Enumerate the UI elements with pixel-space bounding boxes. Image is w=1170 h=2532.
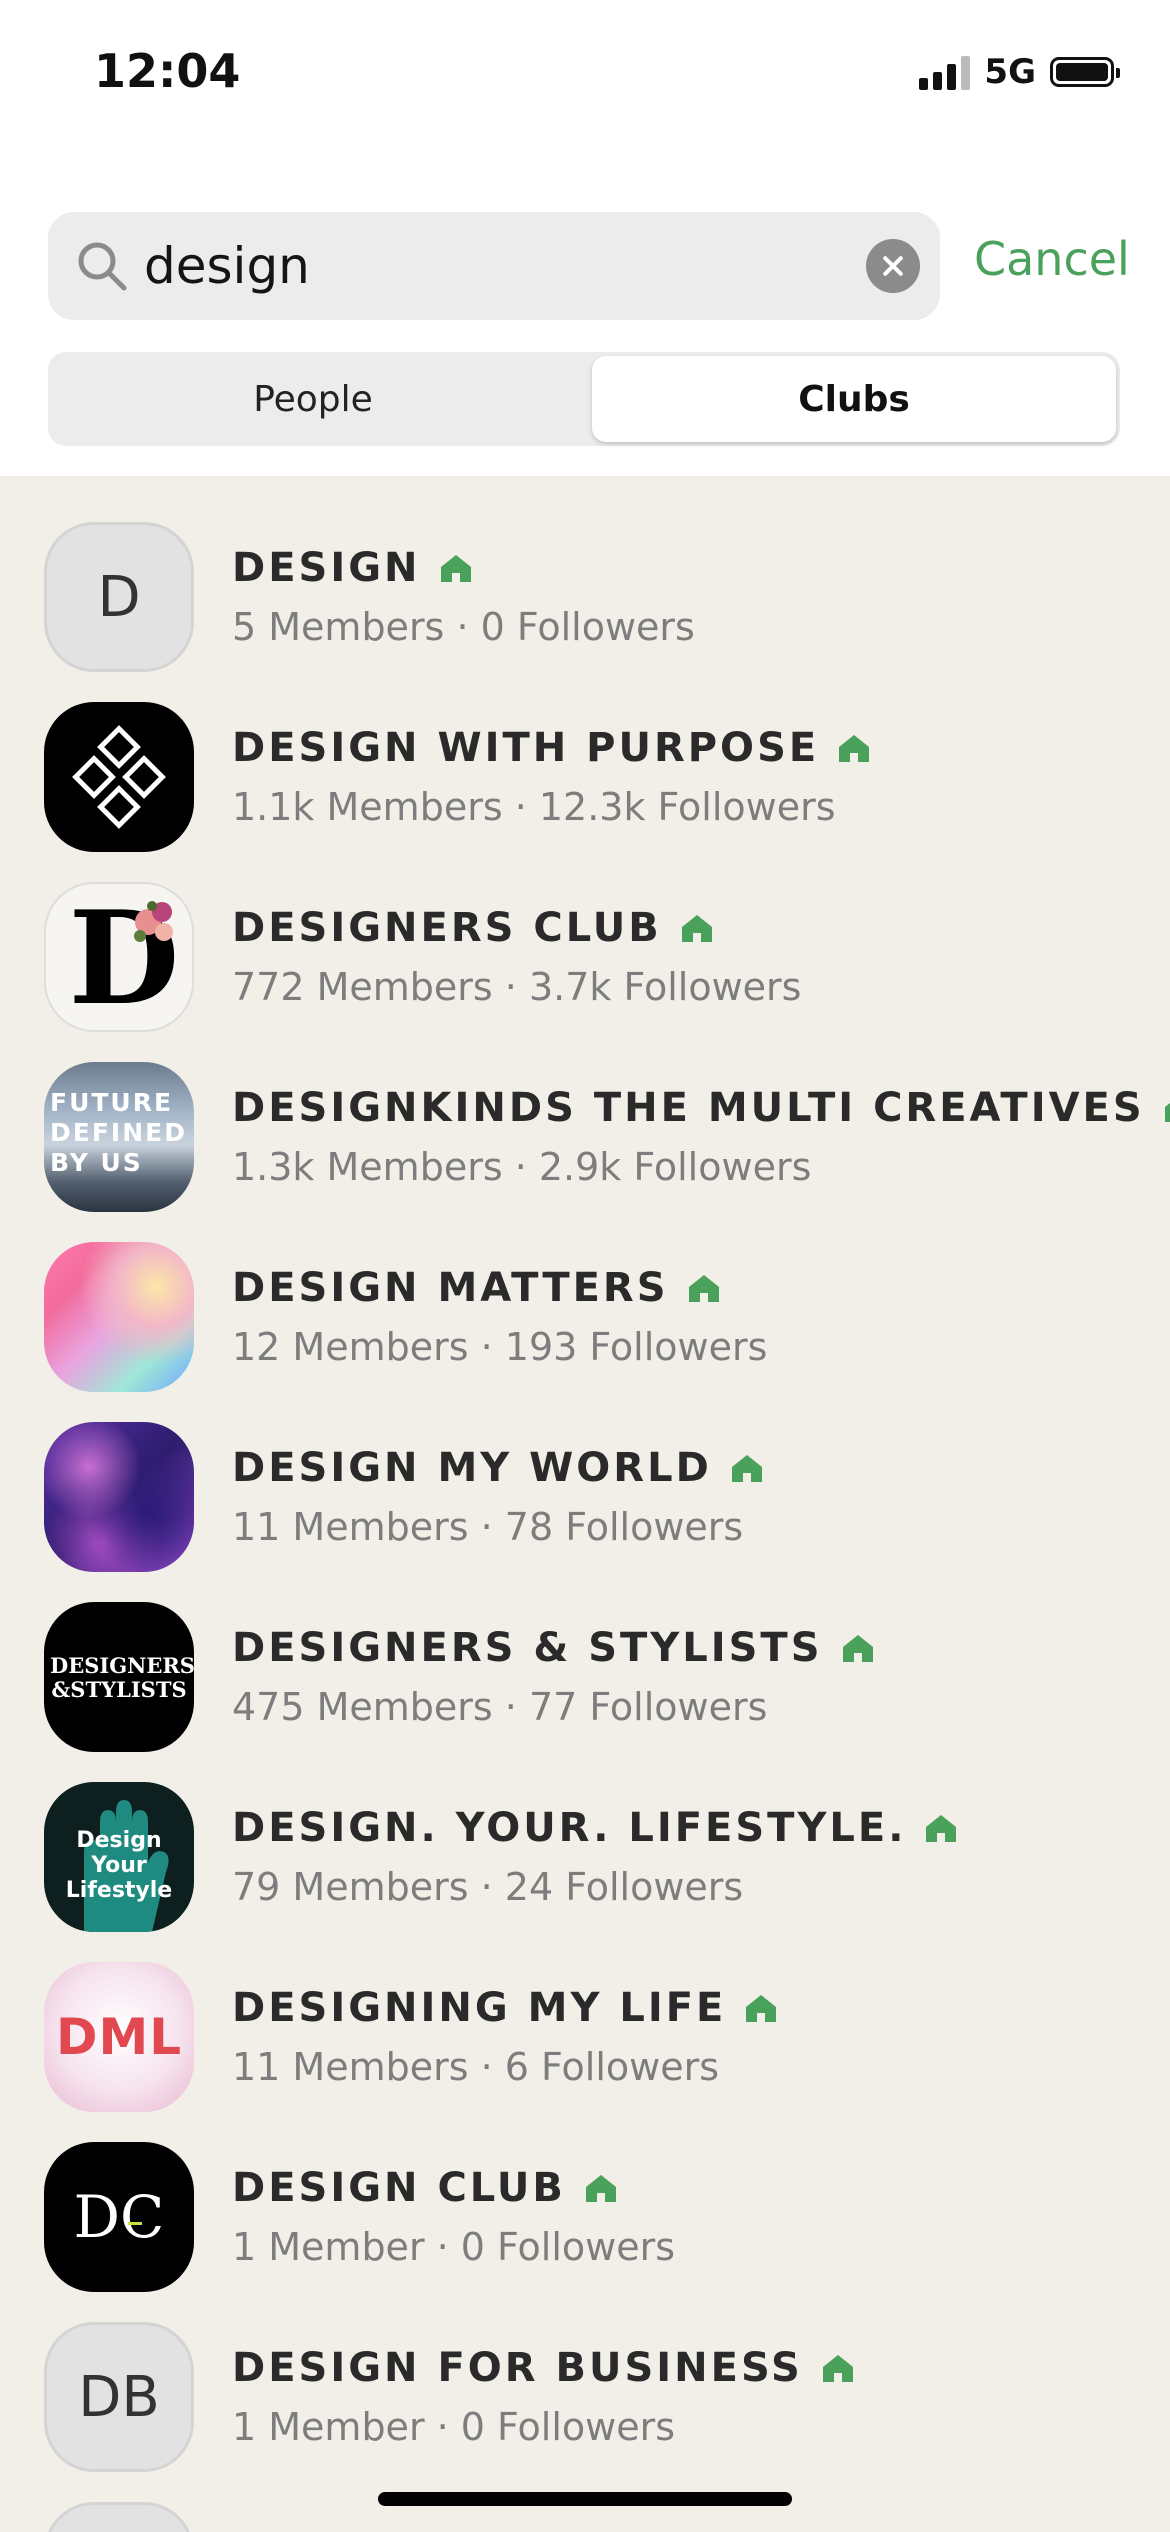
house-icon xyxy=(731,1455,762,1482)
club-meta: 1 Member · 0 Followers xyxy=(232,2225,676,2269)
flowers-icon xyxy=(134,901,173,942)
house-icon xyxy=(585,2175,616,2202)
club-meta: 5 Members · 0 Followers xyxy=(232,605,695,649)
club-row[interactable]: DML DESIGNING MY LIFE 11 Members · 6 Fol… xyxy=(0,1962,1170,2142)
status-indicators: 5G xyxy=(919,52,1120,92)
club-meta: 1.3k Members · 2.9k Followers xyxy=(232,1145,812,1189)
house-icon xyxy=(822,2355,853,2382)
club-name: DESIGN WITH PURPOSE xyxy=(232,724,871,772)
segmented-control: People Clubs xyxy=(48,352,1120,446)
club-avatar xyxy=(44,1422,194,1572)
cancel-button[interactable]: Cancel xyxy=(974,232,1130,286)
diamonds-logo-icon xyxy=(72,725,166,829)
club-avatar: D xyxy=(44,522,194,672)
club-name: DESIGN. YOUR. LIFESTYLE. xyxy=(232,1804,958,1852)
search-bar[interactable] xyxy=(48,212,940,320)
battery-icon xyxy=(1050,57,1120,87)
tab-clubs[interactable]: Clubs xyxy=(592,356,1116,442)
club-avatar: DC xyxy=(44,2142,194,2292)
club-avatar xyxy=(44,2502,194,2532)
club-meta: 79 Members · 24 Followers xyxy=(232,1865,744,1909)
club-row[interactable]: DESIGNERS &STYLISTS DESIGNERS & STYLISTS… xyxy=(0,1602,1170,1782)
club-name: DESIGNERS CLUB xyxy=(232,904,714,952)
club-row-partial[interactable] xyxy=(0,2502,1170,2532)
clear-icon[interactable] xyxy=(866,239,920,293)
club-meta: 11 Members · 78 Followers xyxy=(232,1505,744,1549)
club-avatar: DML xyxy=(44,1962,194,2112)
club-row[interactable]: DESIGN WITH PURPOSE 1.1k Members · 12.3k… xyxy=(0,702,1170,882)
tab-people[interactable]: People xyxy=(48,352,578,446)
house-icon xyxy=(681,915,712,942)
club-avatar: DESIGNERS &STYLISTS xyxy=(44,1602,194,1752)
club-avatar xyxy=(44,1242,194,1392)
search-icon xyxy=(78,242,127,291)
accent-mark xyxy=(128,2222,142,2225)
club-row[interactable]: DESIGN MATTERS 12 Members · 193 Follower… xyxy=(0,1242,1170,1422)
club-row[interactable]: D DESIGN 5 Members · 0 Followers xyxy=(0,522,1170,702)
club-name: DESIGNING MY LIFE xyxy=(232,1984,778,2032)
house-icon xyxy=(842,1635,873,1662)
club-meta: 475 Members · 77 Followers xyxy=(232,1685,768,1729)
house-icon xyxy=(839,735,870,762)
club-meta: 1 Member · 0 Followers xyxy=(232,2405,676,2449)
home-indicator[interactable] xyxy=(378,2492,792,2506)
network-label: 5G xyxy=(984,52,1036,92)
signal-icon xyxy=(919,54,971,90)
search-input[interactable] xyxy=(144,236,804,296)
club-avatar: D xyxy=(44,882,194,1032)
status-time: 12:04 xyxy=(94,44,241,98)
club-name: DESIGN xyxy=(232,544,473,592)
club-name: DESIGN MATTERS xyxy=(232,1264,721,1312)
club-meta: 11 Members · 6 Followers xyxy=(232,2045,720,2089)
club-row[interactable]: DESIGN MY WORLD 11 Members · 78 Follower… xyxy=(0,1422,1170,1602)
club-avatar: Design Your Lifestyle xyxy=(44,1782,194,1932)
club-name: DESIGNERS & STYLISTS xyxy=(232,1624,875,1672)
header-area: 12:04 5G Cancel People Clubs xyxy=(0,0,1170,476)
club-meta: 1.1k Members · 12.3k Followers xyxy=(232,785,836,829)
club-row[interactable]: Design Your Lifestyle DESIGN. YOUR. LIFE… xyxy=(0,1782,1170,1962)
club-name: DESIGN MY WORLD xyxy=(232,1444,764,1492)
club-name: DESIGN FOR BUSINESS xyxy=(232,2344,855,2392)
house-icon xyxy=(746,1995,777,2022)
house-icon xyxy=(926,1815,957,1842)
club-meta: 12 Members · 193 Followers xyxy=(232,1325,768,1369)
club-row[interactable]: DC DESIGN CLUB 1 Member · 0 Followers xyxy=(0,2142,1170,2322)
club-avatar: FUTURE DEFINED BY US xyxy=(44,1062,194,1212)
club-avatar: DB xyxy=(44,2322,194,2472)
club-meta: 772 Members · 3.7k Followers xyxy=(232,965,802,1009)
club-row[interactable]: DB DESIGN FOR BUSINESS 1 Member · 0 Foll… xyxy=(0,2322,1170,2502)
house-icon xyxy=(688,1275,719,1302)
club-name: DESIGNKINDS THE MULTI CREATIVES xyxy=(232,1084,1170,1132)
club-avatar xyxy=(44,702,194,852)
house-icon xyxy=(1164,1102,1170,1122)
club-name: DESIGN CLUB xyxy=(232,2164,618,2212)
house-icon xyxy=(440,555,471,582)
club-row[interactable]: D DESIGNERS CLUB 772 Members · 3.7k Foll… xyxy=(0,882,1170,1062)
club-row[interactable]: FUTURE DEFINED BY US DESIGNKINDS THE MUL… xyxy=(0,1062,1170,1242)
